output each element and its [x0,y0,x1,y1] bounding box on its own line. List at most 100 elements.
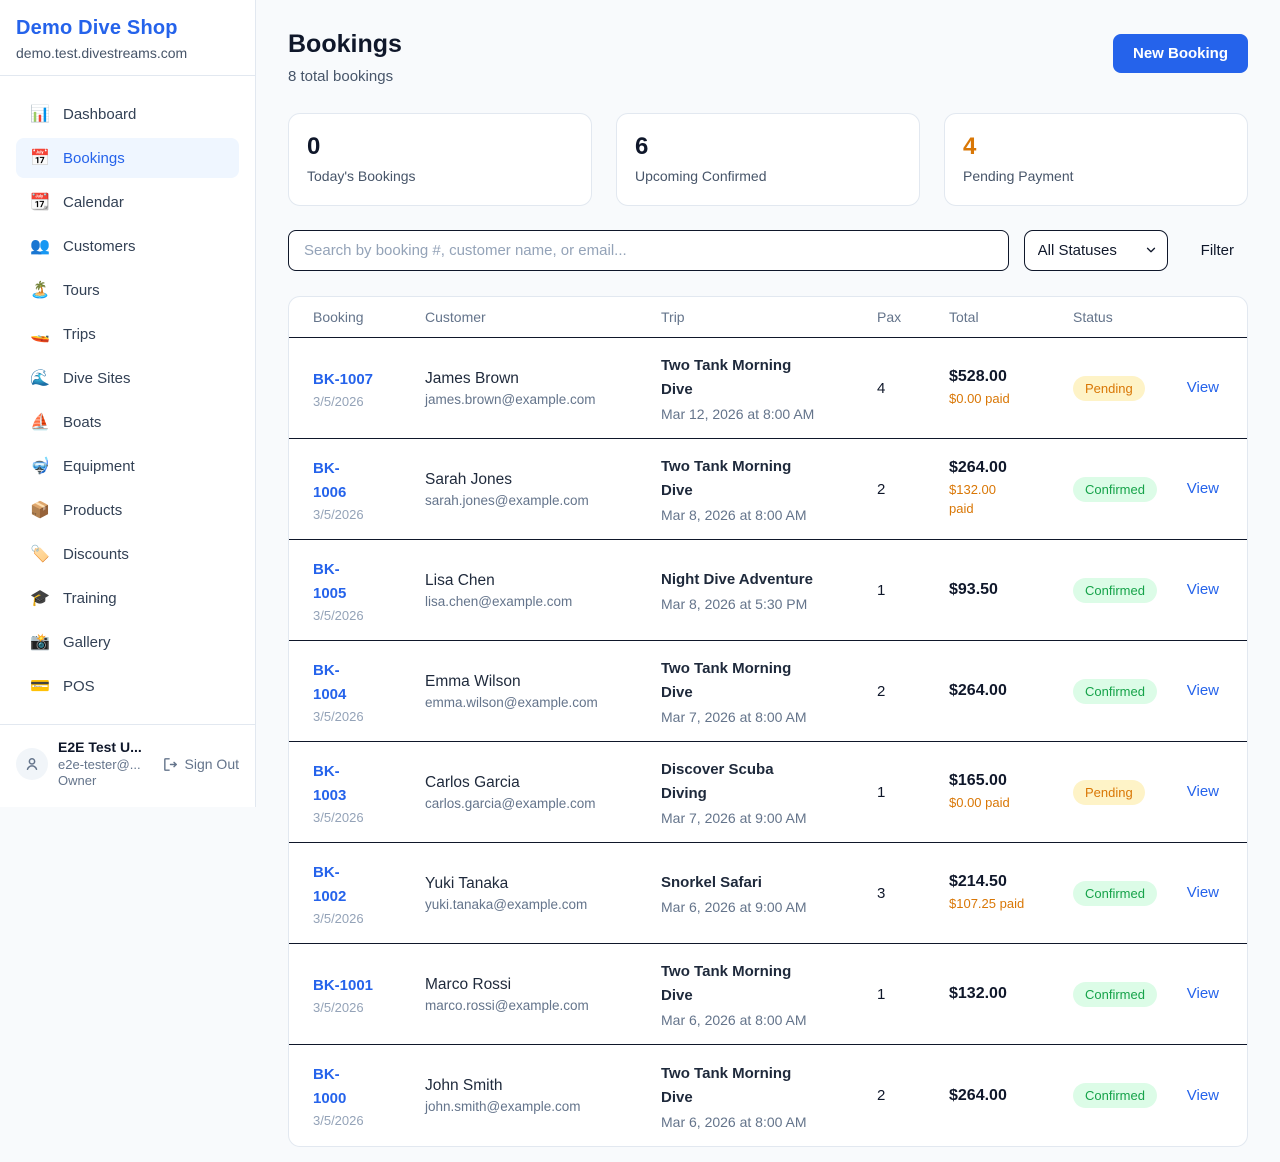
trip-name: Two Tank MorningDive [661,354,877,402]
user-info: E2E Test U... e2e-tester@... Owner [58,739,152,789]
sign-out-label: Sign Out [185,756,239,772]
customer-name: Yuki Tanaka [425,875,661,893]
sidebar-item-calendar[interactable]: 📆 Calendar [16,182,239,222]
status-filter-select[interactable]: All Statuses [1024,230,1168,271]
user-section: E2E Test U... e2e-tester@... Owner Sign … [0,724,255,807]
view-link[interactable]: View [1187,884,1219,901]
total-amount: $165.00 [949,772,1073,790]
customer-cell: Yuki Tanaka yuki.tanaka@example.com [425,875,661,912]
view-link[interactable]: View [1187,783,1219,800]
sidebar-item-tours[interactable]: 🏝️ Tours [16,270,239,310]
booking-cell: BK-1007 3/5/2026 [313,368,425,409]
sidebar-item-bookings[interactable]: 📅 Bookings [16,138,239,178]
filter-button[interactable]: Filter [1201,242,1234,259]
table-row: BK-1003 3/5/2026 Carlos Garcia carlos.ga… [289,742,1247,843]
view-cell: View [1185,480,1223,498]
pax-cell: 2 [877,683,949,700]
sign-out-button[interactable]: Sign Out [162,756,239,773]
column-header-booking: Booking [313,309,425,325]
table-row: BK-1000 3/5/2026 John Smith john.smith@e… [289,1045,1247,1146]
view-cell: View [1185,1087,1223,1105]
trip-datetime: Mar 7, 2026 at 9:00 AM [661,810,877,826]
sidebar-item-pos[interactable]: 💳 POS [16,666,239,706]
customer-email: james.brown@example.com [425,392,661,407]
status-cell: Confirmed [1073,881,1185,906]
booking-id-link[interactable]: BK-1004 [313,659,425,707]
total-cell: $528.00 $0.00 paid [949,368,1073,409]
status-cell: Pending [1073,780,1185,805]
view-link[interactable]: View [1187,1087,1219,1104]
dive-sites-icon: 🌊 [30,368,50,388]
total-cell: $264.00 [949,1087,1073,1105]
user-name: E2E Test U... [58,739,152,757]
sidebar-item-discounts[interactable]: 🏷️ Discounts [16,534,239,574]
logout-icon [162,756,179,773]
customer-name: Emma Wilson [425,673,661,691]
booking-id-link[interactable]: BK-1003 [313,760,425,808]
table-row: BK-1004 3/5/2026 Emma Wilson emma.wilson… [289,641,1247,742]
view-link[interactable]: View [1187,379,1219,396]
sidebar-item-equipment[interactable]: 🤿 Equipment [16,446,239,486]
tours-icon: 🏝️ [30,280,50,300]
customer-cell: John Smith john.smith@example.com [425,1077,661,1114]
booking-cell: BK-1006 3/5/2026 [313,457,425,522]
page-subtitle: 8 total bookings [288,68,402,85]
booking-id-link[interactable]: BK-1002 [313,861,425,909]
sidebar-item-label: Gallery [63,634,111,651]
booking-id-link[interactable]: BK-1007 [313,368,425,392]
search-input[interactable] [288,230,1009,271]
paid-amount: $107.25 paid [949,895,1073,914]
table-row: BK-1006 3/5/2026 Sarah Jones sarah.jones… [289,439,1247,540]
booking-cell: BK-1002 3/5/2026 [313,861,425,926]
sidebar-item-boats[interactable]: ⛵ Boats [16,402,239,442]
customer-email: sarah.jones@example.com [425,493,661,508]
booking-id-link[interactable]: BK-1005 [313,558,425,606]
trip-datetime: Mar 7, 2026 at 8:00 AM [661,709,877,725]
pax-cell: 3 [877,885,949,902]
view-link[interactable]: View [1187,985,1219,1002]
sidebar-item-gallery[interactable]: 📸 Gallery [16,622,239,662]
sidebar-item-dive-sites[interactable]: 🌊 Dive Sites [16,358,239,398]
status-badge: Confirmed [1073,578,1157,603]
pax-cell: 1 [877,986,949,1003]
sidebar-item-trips[interactable]: 🚤 Trips [16,314,239,354]
main-content: Bookings 8 total bookings New Booking 0 … [256,0,1280,1147]
boats-icon: ⛵ [30,412,50,432]
shop-domain: demo.test.divestreams.com [16,45,239,61]
view-link[interactable]: View [1187,682,1219,699]
column-header-customer: Customer [425,309,661,325]
pax-cell: 2 [877,1087,949,1104]
booking-cell: BK-1004 3/5/2026 [313,659,425,724]
total-cell: $214.50 $107.25 paid [949,873,1073,914]
booking-id-link[interactable]: BK-1000 [313,1063,425,1111]
booking-cell: BK-1001 3/5/2026 [313,974,425,1015]
trip-name: Two Tank MorningDive [661,657,877,705]
products-icon: 📦 [30,500,50,520]
new-booking-button[interactable]: New Booking [1113,34,1248,73]
status-badge: Confirmed [1073,881,1157,906]
sidebar-item-label: POS [63,678,95,695]
sidebar-item-label: Dashboard [63,106,136,123]
booking-id-link[interactable]: BK-1006 [313,457,425,505]
view-link[interactable]: View [1187,581,1219,598]
stat-label: Today's Bookings [307,168,573,184]
sidebar-item-label: Dive Sites [63,370,131,387]
customer-cell: James Brown james.brown@example.com [425,370,661,407]
total-amount: $214.50 [949,873,1073,891]
sidebar-item-label: Calendar [63,194,124,211]
sidebar-item-products[interactable]: 📦 Products [16,490,239,530]
bookings-table: BookingCustomerTripPaxTotalStatus BK-100… [288,296,1248,1147]
sidebar-item-customers[interactable]: 👥 Customers [16,226,239,266]
sidebar-item-label: Discounts [63,546,129,563]
total-amount: $93.50 [949,581,1073,599]
user-role: Owner [58,773,152,789]
sidebar-item-dashboard[interactable]: 📊 Dashboard [16,94,239,134]
sidebar-item-training[interactable]: 🎓 Training [16,578,239,618]
view-link[interactable]: View [1187,480,1219,497]
status-badge: Pending [1073,376,1145,401]
customer-name: Lisa Chen [425,572,661,590]
booking-id-link[interactable]: BK-1001 [313,974,425,998]
trip-cell: Two Tank MorningDive Mar 6, 2026 at 8:00… [661,960,877,1028]
status-cell: Confirmed [1073,477,1185,502]
view-cell: View [1185,783,1223,801]
